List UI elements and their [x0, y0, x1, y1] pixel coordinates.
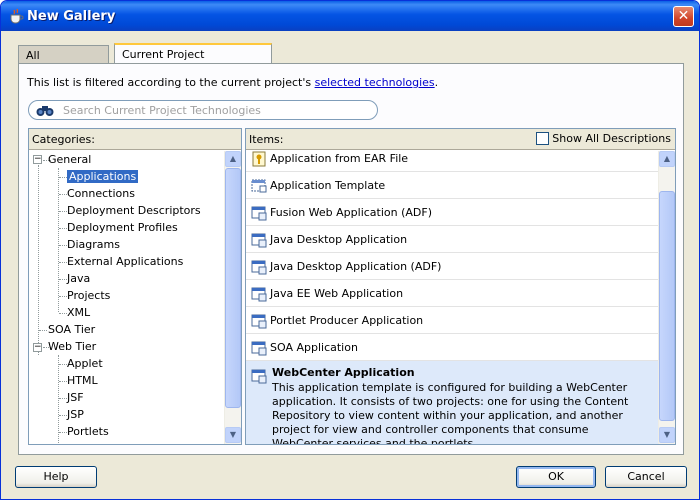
cancel-button[interactable]: Cancel [605, 466, 687, 488]
application-icon [251, 287, 267, 302]
items-scrollbar[interactable]: ▲ ▼ [658, 151, 675, 444]
filter-suffix: . [434, 76, 439, 89]
tree-connector [59, 228, 67, 229]
scroll-up-icon[interactable]: ▲ [225, 151, 241, 167]
scroll-down-icon[interactable]: ▼ [659, 427, 675, 443]
tree-connector [58, 355, 59, 444]
scrollbar-thumb[interactable] [225, 168, 241, 408]
tree-connector [59, 415, 67, 416]
tree-connector [59, 398, 67, 399]
items-header: Items: Show All Descriptions [246, 129, 675, 150]
close-button[interactable]: ✕ [673, 6, 694, 27]
application-icon [251, 369, 267, 384]
title-bar[interactable]: New Gallery ✕ [1, 1, 699, 31]
search-box[interactable] [28, 100, 378, 120]
window-title: New Gallery [27, 9, 116, 24]
tab-current-project-technologies[interactable]: Current Project Technologies [114, 43, 272, 74]
collapse-web-tier-icon[interactable]: − [33, 343, 42, 352]
tree-item-external-applications[interactable]: External Applications [67, 253, 183, 270]
application-icon [251, 341, 267, 356]
tree-connector [59, 296, 67, 297]
tab-panel: This list is filtered according to the c… [18, 63, 684, 455]
categories-header: Categories: [29, 129, 241, 150]
selected-item-description: This application template is configured … [272, 381, 629, 444]
list-item-application-from-ear-file[interactable]: Application from EAR File [246, 151, 659, 172]
tree-connector [59, 177, 67, 178]
list-item-java-ee-web-application[interactable]: Java EE Web Application [246, 280, 659, 307]
list-item-java-desktop-application[interactable]: Java Desktop Application [246, 226, 659, 253]
application-icon [251, 233, 267, 248]
show-all-descriptions-checkbox[interactable]: Show All Descriptions [536, 132, 671, 145]
scroll-up-icon[interactable]: ▲ [659, 151, 675, 167]
tree-item-xml[interactable]: XML [67, 304, 90, 321]
scroll-down-icon[interactable]: ▼ [225, 427, 241, 443]
tree-item-connections[interactable]: Connections [67, 185, 135, 202]
filter-info: This list is filtered according to the c… [27, 76, 438, 89]
tree-item-applet[interactable]: Applet [67, 355, 103, 372]
new-gallery-dialog: New Gallery ✕ All Technologies Current P… [0, 0, 700, 500]
list-item-portlet-producer-application[interactable]: Portlet Producer Application [246, 307, 659, 334]
categories-scrollbar[interactable]: ▲ ▼ [224, 151, 241, 444]
ear-file-icon [252, 151, 266, 167]
template-icon [251, 179, 267, 193]
items-pane: Items: Show All Descriptions Application… [245, 128, 676, 445]
tree-item-portlets[interactable]: Portlets [67, 423, 109, 440]
tree-item-applications[interactable]: Applications [67, 168, 139, 185]
items-list: Application from EAR File Application Te… [246, 151, 659, 444]
selected-technologies-link[interactable]: selected technologies [315, 76, 435, 89]
list-item-soa-application[interactable]: SOA Application [246, 334, 659, 361]
tree-connector [59, 194, 67, 195]
help-button[interactable]: Help [15, 466, 97, 488]
tree-group-soa-tier[interactable]: SOA Tier [48, 321, 95, 338]
tree-item-java[interactable]: Java [67, 270, 90, 287]
tree-connector [58, 168, 59, 312]
application-icon [251, 206, 267, 221]
tree-connector [59, 262, 67, 263]
selected-item-title: WebCenter Application [272, 366, 415, 379]
list-item-webcenter-application[interactable]: WebCenter Application This application t… [246, 361, 659, 444]
categories-pane: Categories: − General Applications Conne… [28, 128, 242, 445]
list-item-java-desktop-application-adf[interactable]: Java Desktop Application (ADF) [246, 253, 659, 280]
tree-connector [39, 330, 47, 331]
tree-connector [59, 211, 67, 212]
filter-text: This list is filtered according to the c… [27, 76, 315, 89]
tree-group-general[interactable]: General [48, 151, 91, 168]
tree-item-diagrams[interactable]: Diagrams [67, 236, 120, 253]
tree-connector [59, 432, 67, 433]
tree-item-html[interactable]: HTML [67, 372, 98, 389]
list-item-application-template[interactable]: Application Template [246, 172, 659, 199]
scrollbar-thumb[interactable] [659, 191, 675, 421]
search-input[interactable] [61, 103, 361, 117]
tree-group-web-tier[interactable]: Web Tier [48, 338, 96, 355]
collapse-general-icon[interactable]: − [33, 155, 42, 164]
tree-connector [59, 381, 67, 382]
tree-item-deployment-profiles[interactable]: Deployment Profiles [67, 219, 178, 236]
tree-connector [59, 364, 67, 365]
ok-button[interactable]: OK [516, 466, 596, 488]
tree-item-projects[interactable]: Projects [67, 287, 110, 304]
items-header-label: Items: [249, 133, 284, 146]
categories-tree: − General Applications Connections Deplo… [29, 151, 224, 444]
list-item-fusion-web-application[interactable]: Fusion Web Application (ADF) [246, 199, 659, 226]
tab-all-technologies[interactable]: All Technologies [18, 45, 109, 75]
show-all-descriptions-label: Show All Descriptions [552, 132, 671, 145]
close-icon: ✕ [677, 8, 690, 24]
checkbox-icon[interactable] [536, 132, 550, 145]
tree-connector [59, 245, 67, 246]
tree-item-jsf[interactable]: JSF [67, 389, 84, 406]
binoculars-icon [36, 106, 54, 116]
tree-item-jsp[interactable]: JSP [67, 406, 84, 423]
application-icon [251, 314, 267, 329]
tree-connector [59, 313, 67, 314]
tree-item-deployment-descriptors[interactable]: Deployment Descriptors [67, 202, 201, 219]
tree-connector [38, 165, 39, 355]
tree-connector [59, 279, 67, 280]
application-icon [251, 260, 267, 275]
java-cup-icon [10, 8, 24, 24]
